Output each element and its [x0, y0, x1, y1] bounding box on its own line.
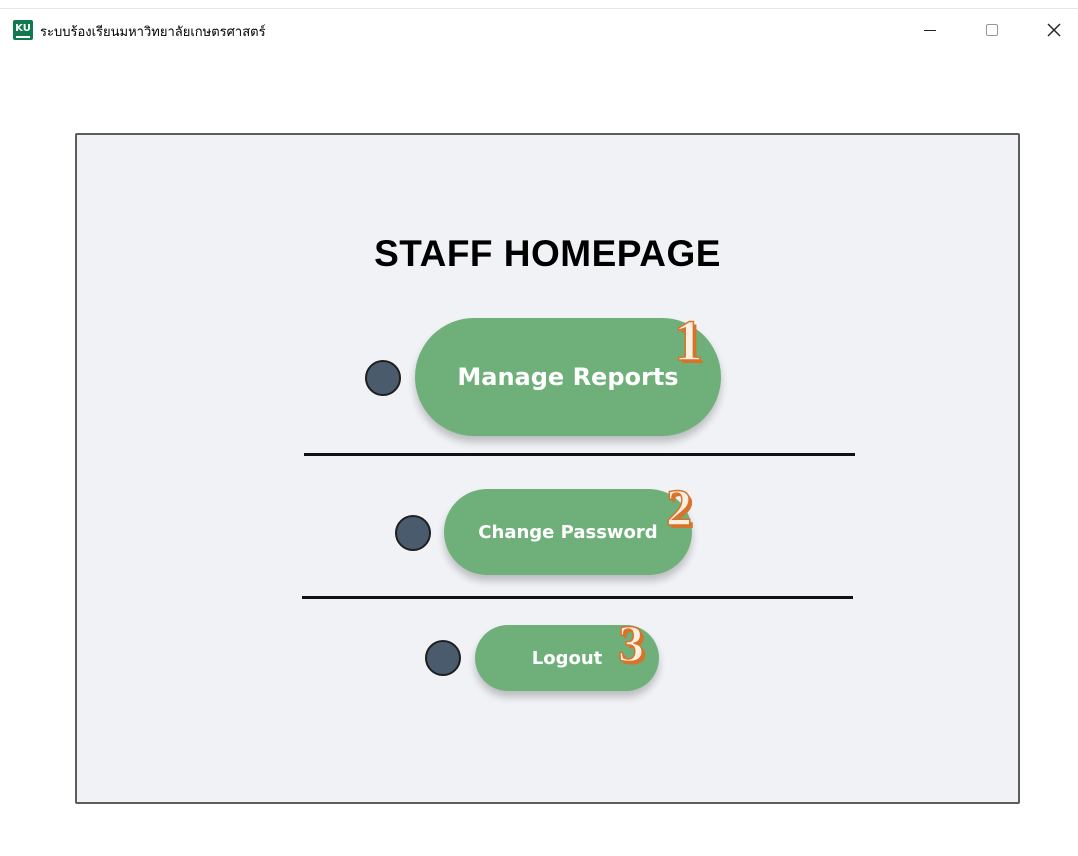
manage-reports-label: Manage Reports	[457, 363, 679, 391]
annotation-marker-3: 3	[617, 615, 645, 674]
change-password-label: Change Password	[478, 521, 658, 543]
window-titlebar: KU ระบบร้องเรียนมหาวิทยาลัยเกษตรศาสตร์	[0, 10, 1078, 50]
annotation-marker-1: 1	[673, 307, 704, 374]
minimize-icon	[924, 30, 936, 31]
close-button[interactable]	[1030, 14, 1076, 46]
staff-home-panel: STAFF HOMEPAGE Manage Reports 1 Change P…	[75, 133, 1020, 804]
top-edge	[0, 0, 1078, 9]
logout-label: Logout	[531, 647, 603, 669]
maximize-icon	[986, 24, 998, 36]
bullet-dot-manage-reports	[365, 360, 401, 396]
change-password-button[interactable]: Change Password	[444, 489, 692, 575]
divider	[302, 596, 853, 599]
page-title: STAFF HOMEPAGE	[374, 233, 721, 274]
app-logo-text: KU	[15, 23, 31, 34]
minimize-button[interactable]	[908, 14, 954, 46]
annotation-marker-2: 2	[665, 479, 693, 538]
close-icon	[1047, 23, 1061, 37]
app-logo-icon: KU	[13, 20, 33, 40]
maximize-button[interactable]	[968, 14, 1014, 46]
bullet-dot-logout	[425, 640, 461, 676]
bullet-dot-change-password	[395, 515, 431, 551]
divider	[304, 453, 855, 456]
window-title: ระบบร้องเรียนมหาวิทยาลัยเกษตรศาสตร์	[40, 25, 266, 40]
